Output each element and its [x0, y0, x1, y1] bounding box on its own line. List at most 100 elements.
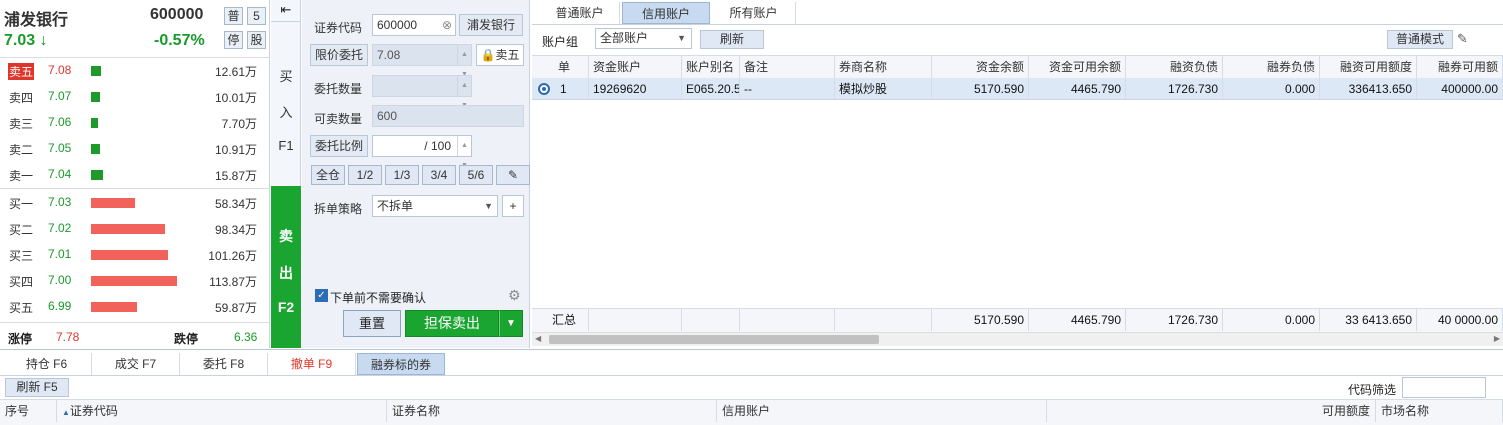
col-market-name[interactable]: 市场名称 — [1376, 400, 1503, 422]
ratio-full-button[interactable]: 全仓 — [311, 165, 345, 185]
tab-borrowable-securities[interactable]: 融券标的券 — [357, 353, 445, 375]
level-price: 7.06 — [48, 115, 72, 129]
tab-credit-account[interactable]: 信用账户 — [622, 2, 710, 24]
col-available-fund[interactable]: 资金可用余额 — [1029, 56, 1126, 78]
table-cell: 模拟炒股 — [835, 79, 932, 99]
edit-icon[interactable]: ✎ — [496, 165, 530, 185]
buy-tab-char[interactable]: 买 — [271, 66, 301, 85]
table-cell: 0.000 — [1223, 79, 1320, 99]
submit-dropdown-icon[interactable]: ▼ — [499, 310, 523, 337]
scrollbar-thumb[interactable] — [549, 335, 879, 344]
level-label: 卖一 — [9, 169, 34, 183]
col-index[interactable]: 序号 — [0, 400, 57, 422]
level-volume: 15.87万 — [214, 169, 257, 183]
col-order[interactable]: 单 — [532, 56, 589, 78]
tab-trades[interactable]: 成交 F7 — [92, 353, 180, 375]
buy-tab-char[interactable]: 入 — [271, 102, 301, 121]
col-margin-debt[interactable]: 融资负债 — [1126, 56, 1223, 78]
level-label: 卖四 — [9, 91, 34, 105]
quantity-input[interactable]: ▲▼ — [372, 75, 472, 109]
gear-icon[interactable]: ⚙ — [508, 287, 521, 304]
col-fund-account[interactable]: 资金账户 — [589, 56, 682, 78]
ratio-half-button[interactable]: 1/2 — [348, 165, 382, 185]
ratio-third-button[interactable]: 1/3 — [385, 165, 419, 185]
stock-tag-button[interactable]: 股 — [247, 31, 266, 49]
account-panel: 普通账户 信用账户 所有账户 账户组 全部账户 ▼ 刷新 普通模式 ✎ 单资金账… — [532, 0, 1503, 348]
table-cell: 19269620 — [589, 79, 682, 99]
tab-positions[interactable]: 持仓 F6 — [2, 353, 92, 375]
col-fund-balance[interactable]: 资金余额 — [932, 56, 1029, 78]
bottom-refresh-button[interactable]: 刷新 F5 — [5, 378, 69, 397]
code-filter-input[interactable] — [1402, 377, 1486, 398]
col-available-quota[interactable]: 可用额度 — [1047, 400, 1376, 422]
col-account-alias[interactable]: 账户别名 — [682, 56, 740, 78]
level-price: 7.01 — [48, 247, 72, 261]
col-note[interactable]: 备注 — [740, 56, 835, 78]
col-credit-account[interactable]: 信用账户 — [717, 400, 1047, 422]
ratio-five-sixth-button[interactable]: 5/6 — [459, 165, 493, 185]
footer-cell — [682, 309, 740, 331]
col-broker-name[interactable]: 券商名称 — [835, 56, 932, 78]
edit-icon[interactable]: ✎ — [1457, 31, 1468, 47]
tab-normal-account[interactable]: 普通账户 — [540, 2, 620, 24]
mode-button[interactable]: 普通模式 — [1387, 30, 1453, 49]
divider — [0, 57, 270, 58]
stop-tag-button[interactable]: 停 — [224, 31, 243, 49]
ratio-input[interactable]: / 100 ▲▼ — [372, 135, 472, 169]
col-short-available[interactable]: 融券可用额 — [1417, 56, 1503, 78]
tab-all-accounts[interactable]: 所有账户 — [712, 2, 796, 24]
horizontal-scrollbar[interactable]: ◀ ▶ — [532, 332, 1503, 346]
reset-button[interactable]: 重置 — [343, 310, 401, 337]
account-group-select[interactable]: 全部账户 ▼ — [595, 28, 692, 49]
clear-icon[interactable]: ⊗ — [442, 15, 452, 35]
ratio-three-quarter-button[interactable]: 3/4 — [422, 165, 456, 185]
col-security-code[interactable]: ▲证券代码 — [57, 400, 387, 422]
col-security-name[interactable]: 证券名称 — [387, 400, 717, 422]
tab-orders[interactable]: 委托 F8 — [180, 353, 268, 375]
col-margin-available[interactable]: 融资可用额度 — [1320, 56, 1417, 78]
limit-up-price: 7.78 — [56, 330, 80, 344]
buy-tab-hotkey[interactable]: F1 — [271, 138, 301, 153]
ratio-label[interactable]: 委托比例 — [310, 135, 368, 157]
footer-cell: 1726.730 — [1126, 309, 1223, 331]
tab-cancel[interactable]: 撤单 F9 — [268, 353, 356, 375]
ratio-spinner[interactable]: ▲▼ — [457, 136, 471, 169]
volume-bar — [91, 118, 98, 128]
price-input[interactable]: 7.08 ▲▼ — [372, 44, 472, 78]
collapse-left-icon[interactable]: ⇤ — [271, 0, 301, 22]
price-lock-button[interactable]: 🔒卖五 — [476, 44, 524, 66]
level-label: 买一 — [9, 197, 34, 211]
add-split-button[interactable]: + — [502, 195, 524, 217]
volume-bar — [91, 144, 100, 154]
five-tag-button[interactable]: 5 — [247, 7, 266, 25]
chevron-down-icon: ▼ — [484, 201, 493, 211]
confirm-checkbox[interactable]: ✓ — [315, 289, 328, 302]
sort-asc-icon: ▲ — [62, 408, 70, 417]
price-spinner[interactable]: ▲▼ — [457, 45, 471, 78]
volume-bar — [91, 92, 100, 102]
normal-tag-button[interactable]: 普 — [224, 7, 243, 25]
table-cell: 5170.590 — [932, 79, 1029, 99]
sell-tab-hotkey: F2 — [277, 299, 295, 315]
level-label: 买四 — [9, 275, 34, 289]
volume-bar — [91, 170, 103, 180]
level-price: 7.08 — [48, 63, 72, 77]
split-select[interactable]: 不拆单 ▼ — [372, 195, 498, 217]
refresh-button[interactable]: 刷新 — [700, 30, 764, 49]
sell-tab[interactable]: 卖 出 F2 — [271, 186, 301, 348]
scroll-left-icon[interactable]: ◀ — [535, 334, 541, 343]
quote-panel: 浦发银行 600000 普 5 7.03 ↓ -0.57% 停 股 卖五 7.08… — [0, 0, 270, 348]
stock-name-button[interactable]: 浦发银行 — [459, 14, 523, 36]
stock-name: 浦发银行 — [4, 12, 69, 29]
price-type-select[interactable]: 限价委托 — [310, 44, 368, 66]
code-input[interactable]: 600000 ⊗ — [372, 14, 456, 36]
submit-sell-button[interactable]: 担保卖出 — [405, 310, 499, 337]
col-short-debt[interactable]: 融券负债 — [1223, 56, 1320, 78]
level-volume: 12.61万 — [214, 65, 257, 79]
divider — [0, 322, 270, 323]
lock-icon: 🔒 — [480, 48, 496, 62]
scroll-right-icon[interactable]: ▶ — [1494, 334, 1500, 343]
sell-tab-char: 卖 — [279, 228, 293, 244]
quantity-spinner[interactable]: ▲▼ — [457, 76, 471, 109]
level-price: 7.00 — [48, 273, 72, 287]
